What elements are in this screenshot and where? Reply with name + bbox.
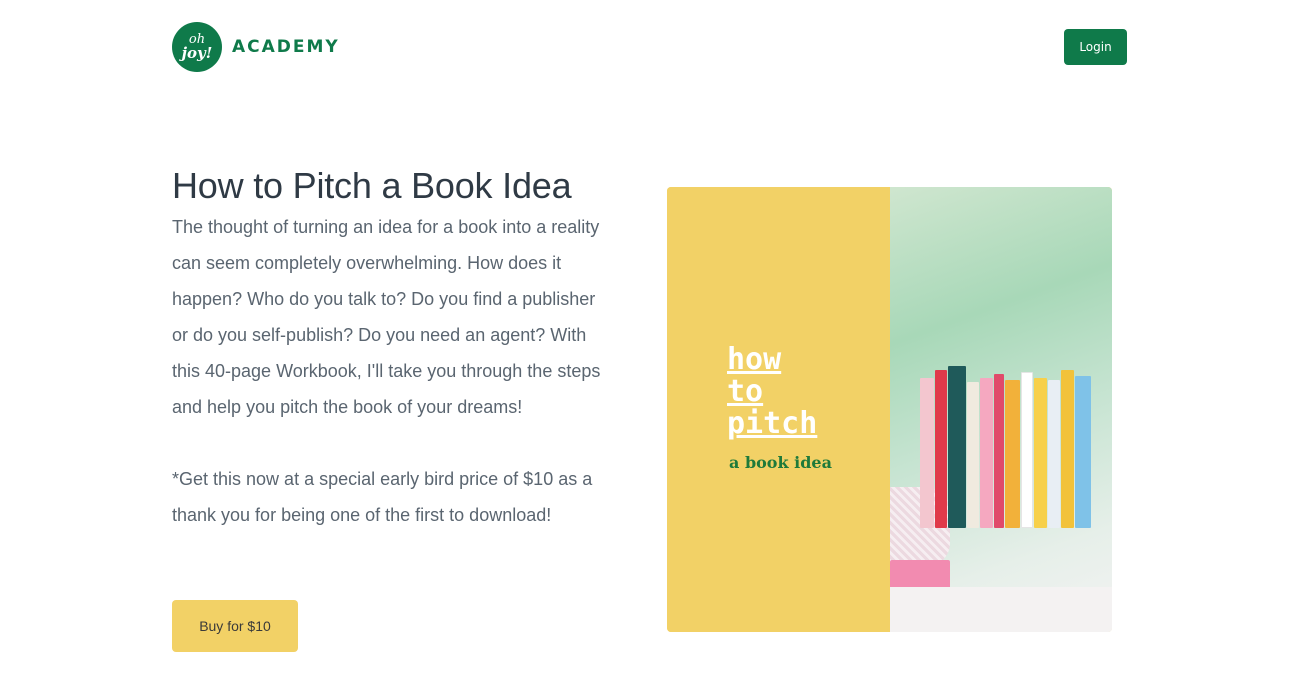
- login-button[interactable]: Login: [1064, 29, 1127, 65]
- header: oh joy! ACADEMY Login: [0, 0, 1291, 95]
- hero-subtitle: a book idea: [729, 453, 832, 472]
- hero-title-line: to: [727, 374, 764, 409]
- book-image: [967, 382, 979, 528]
- hero-title-line: pitch: [727, 406, 818, 441]
- book-image: [948, 366, 966, 528]
- logo[interactable]: oh joy! ACADEMY: [172, 22, 340, 72]
- book-image: [1034, 378, 1047, 528]
- hero-title-line: how: [727, 342, 782, 377]
- shelf-image: [890, 587, 1112, 632]
- hero-photo: [890, 187, 1112, 632]
- book-image: [980, 378, 993, 528]
- buy-button[interactable]: Buy for $10: [172, 600, 298, 652]
- main-content: How to Pitch a Book Idea The thought of …: [172, 163, 622, 533]
- hero-cover-panel: how to pitch a book idea: [667, 187, 890, 632]
- book-image: [1075, 376, 1091, 528]
- early-bird-note: *Get this now at a special early bird pr…: [172, 469, 593, 525]
- logo-text: ACADEMY: [232, 37, 340, 57]
- hero-image: how to pitch a book idea: [667, 187, 1112, 632]
- description: The thought of turning an idea for a boo…: [172, 217, 601, 417]
- logo-mark-icon: oh joy!: [172, 22, 222, 72]
- book-image: [920, 378, 934, 528]
- page-title: How to Pitch a Book Idea: [172, 165, 572, 206]
- hero-title: how to pitch: [727, 344, 817, 440]
- book-image: [1061, 370, 1074, 528]
- book-image: [1048, 380, 1060, 528]
- book-image: [1005, 380, 1020, 528]
- book-image: [994, 374, 1004, 528]
- logo-mark-line2: joy!: [181, 44, 213, 63]
- book-image: [935, 370, 947, 528]
- book-image: [1021, 372, 1033, 528]
